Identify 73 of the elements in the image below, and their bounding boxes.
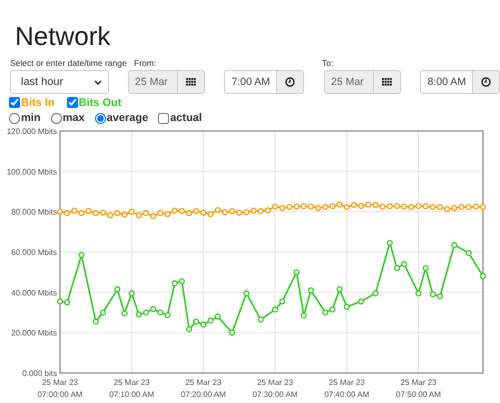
calendar-icon xyxy=(186,78,196,86)
clock-button[interactable] xyxy=(473,70,500,94)
data-point xyxy=(279,298,286,304)
data-point xyxy=(415,290,422,296)
data-point xyxy=(243,290,250,296)
data-point xyxy=(466,250,472,256)
data-point xyxy=(78,252,85,258)
mode-checkbox[interactable] xyxy=(158,112,170,124)
mode-label: max xyxy=(62,112,85,124)
data-point xyxy=(258,316,264,323)
page-title: Network xyxy=(14,20,112,50)
data-point xyxy=(121,310,128,317)
mode-radio[interactable] xyxy=(50,112,62,124)
data-point xyxy=(92,318,99,325)
from-label: From: xyxy=(134,58,156,68)
calendar-icon xyxy=(382,78,392,86)
range-label: Select or enter date/time range xyxy=(10,58,127,68)
data-point xyxy=(114,286,120,292)
mode-radio[interactable] xyxy=(94,112,106,124)
data-point xyxy=(480,273,486,280)
x-date-label: 25 Mar 23 xyxy=(400,378,436,387)
data-point xyxy=(358,298,364,304)
x-date-label: 25 Mar 23 xyxy=(328,378,365,387)
y-tick-label: 100.000 Mbits xyxy=(6,167,57,176)
calendar-button[interactable] xyxy=(374,70,401,94)
data-point xyxy=(386,240,393,246)
data-point xyxy=(272,306,278,313)
y-tick-label: 0.000 bits xyxy=(22,369,57,378)
x-tick-label: 07:20:00 AM xyxy=(180,390,226,399)
y-tick-label: 120.000 Mbits xyxy=(6,127,57,136)
x-tick-label: 07:40:00 AM xyxy=(324,390,370,399)
clock-icon xyxy=(285,77,295,87)
x-tick-label: 07:10:00 AM xyxy=(109,390,154,399)
time-field[interactable]: 7:00 AM xyxy=(224,70,277,94)
data-point xyxy=(294,269,300,276)
clock-button[interactable] xyxy=(277,70,304,94)
data-point xyxy=(308,287,314,294)
calendar-button[interactable] xyxy=(178,70,205,94)
series-label: Bits In xyxy=(21,96,55,108)
x-tick-label: 07:30:00 AM xyxy=(252,390,298,399)
x-tick-label: 07:50:00 AM xyxy=(396,390,441,399)
y-tick-label: 80.000 Mbits xyxy=(11,208,57,217)
x-date-label: 25 Mar 23 xyxy=(42,378,78,387)
data-point xyxy=(451,242,458,248)
series-checkbox[interactable] xyxy=(66,97,78,108)
x-tick-label: 07:00:00 AM xyxy=(38,390,82,399)
x-date-label: 25 Mar 23 xyxy=(185,378,222,387)
data-point xyxy=(128,290,135,296)
x-date-label: 25 Mar 23 xyxy=(114,378,150,387)
y-tick-label: 20.000 Mbits xyxy=(11,328,57,338)
data-point xyxy=(100,309,106,316)
data-point xyxy=(229,330,236,336)
date-field[interactable]: 25 Mar xyxy=(324,70,374,94)
x-date-label: 25 Mar 23 xyxy=(257,378,294,387)
data-point xyxy=(372,290,378,296)
date-field[interactable]: 25 Mar xyxy=(128,70,178,94)
mode-label: min xyxy=(21,112,41,124)
time-field[interactable]: 8:00 AM xyxy=(420,70,473,94)
range-select[interactable]: last hour xyxy=(10,70,109,94)
data-point xyxy=(344,304,350,310)
series-checkbox[interactable] xyxy=(9,97,20,108)
series-label: Bits Out xyxy=(78,96,122,108)
data-point xyxy=(422,265,429,272)
clock-icon xyxy=(481,77,491,87)
y-tick-label: 40.000 Mbits xyxy=(11,288,57,298)
mode-label: actual xyxy=(170,112,202,124)
chevron-icon xyxy=(94,80,102,84)
y-tick-label: 60.000 Mbits xyxy=(11,248,57,257)
data-point xyxy=(300,312,307,319)
data-point xyxy=(336,286,343,292)
mode-radio[interactable] xyxy=(9,112,20,124)
mode-label: average xyxy=(106,112,148,124)
to-label: To: xyxy=(322,58,334,68)
